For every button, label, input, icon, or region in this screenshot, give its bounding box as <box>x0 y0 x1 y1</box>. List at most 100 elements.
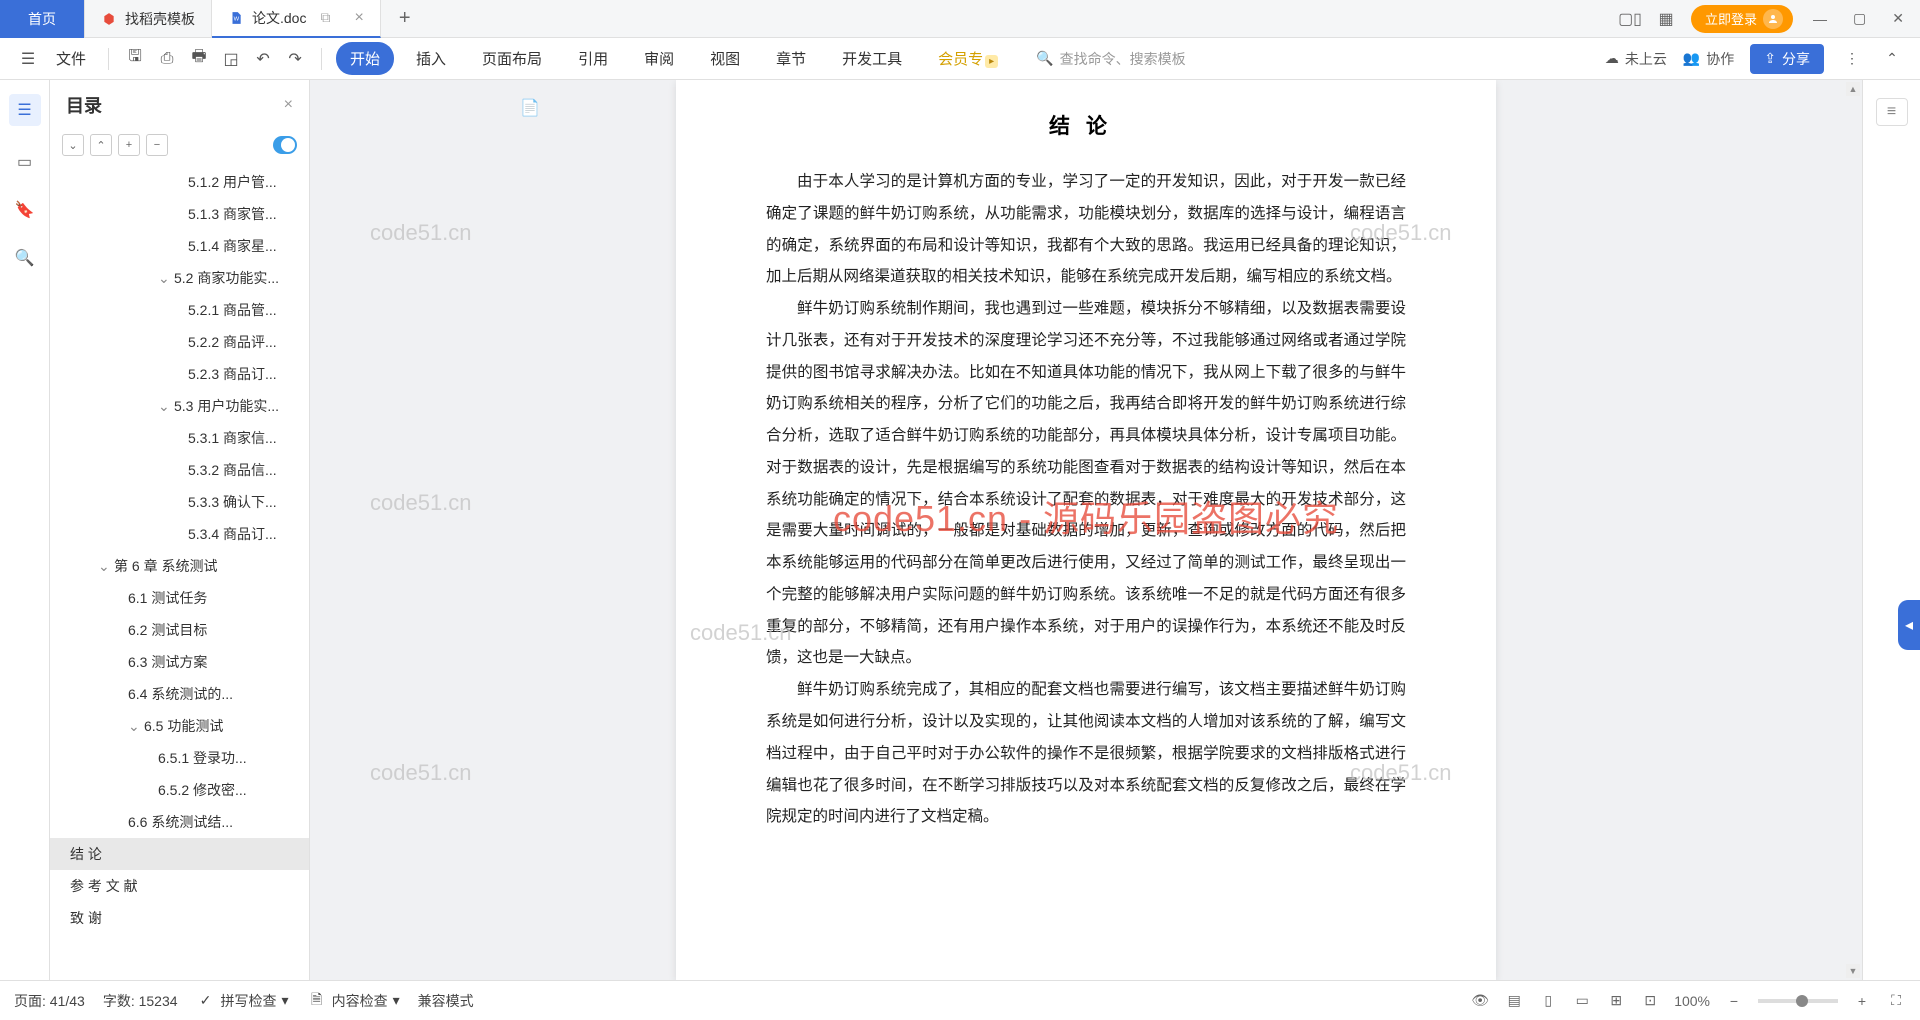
outline-item[interactable]: 5.1.3 商家管... <box>50 198 309 230</box>
document-area[interactable]: 📄 结论 由于本人学习的是计算机方面的专业，学习了一定的开发知识，因此，对于开发… <box>310 80 1862 980</box>
vip-badge: ▸ <box>985 55 998 68</box>
window-maximize[interactable]: ▢ <box>1847 10 1872 27</box>
menu-chapter[interactable]: 章节 <box>762 42 820 75</box>
vertical-scrollbar[interactable]: ▲ ▼ <box>1846 82 1860 978</box>
menu-devtools[interactable]: 开发工具 <box>828 42 916 75</box>
tab-home[interactable]: 首页 <box>0 0 85 38</box>
outline-item[interactable]: 5.2.1 商品管... <box>50 294 309 326</box>
view-read-icon[interactable]: ▤ <box>1504 991 1524 1011</box>
redo-icon[interactable]: ↷ <box>283 47 307 71</box>
outline-icon[interactable]: ☰ <box>9 94 41 126</box>
more-icon[interactable]: ⋮ <box>1840 47 1864 71</box>
outline-item-label: 5.3 用户功能实... <box>174 396 279 416</box>
outline-collapse-all[interactable]: ⌄ <box>62 134 84 156</box>
outline-item[interactable]: ⌄5.3 用户功能实... <box>50 390 309 422</box>
outline-item[interactable]: ⌄6.5 功能测试 <box>50 710 309 742</box>
save-icon[interactable]: 🖫 <box>123 47 147 71</box>
new-tab-button[interactable]: + <box>381 7 429 30</box>
watermark-small: code51.cn <box>370 220 472 246</box>
zoom-value[interactable]: 100% <box>1674 993 1710 1009</box>
outline-close-icon[interactable]: × <box>284 96 293 114</box>
view-page-icon[interactable]: ▯ <box>1538 991 1558 1011</box>
layout-icon[interactable]: ▢▯ <box>1619 8 1641 30</box>
expand-icon[interactable]: ⌃ <box>1880 47 1904 71</box>
outline-tools: ⌄ ⌃ + − <box>50 130 309 166</box>
window-minimize[interactable]: — <box>1807 11 1833 27</box>
scroll-up-icon[interactable]: ▲ <box>1846 82 1860 96</box>
view-eye-icon[interactable]: 👁 <box>1470 991 1490 1011</box>
outline-item[interactable]: 5.1.2 用户管... <box>50 166 309 198</box>
outline-item-label: 5.1.2 用户管... <box>188 172 277 192</box>
menu-insert[interactable]: 插入 <box>402 42 460 75</box>
outline-item[interactable]: 5.3.3 确认下... <box>50 486 309 518</box>
window-close[interactable]: ✕ <box>1886 10 1910 27</box>
outline-item[interactable]: 5.1.4 商家星... <box>50 230 309 262</box>
preview-icon[interactable]: ◲ <box>219 47 243 71</box>
menu-review[interactable]: 审阅 <box>630 42 688 75</box>
view-outline-icon[interactable]: ⊞ <box>1606 991 1626 1011</box>
view-web-icon[interactable]: ▭ <box>1572 991 1592 1011</box>
menu-page-layout[interactable]: 页面布局 <box>468 42 556 75</box>
command-search[interactable]: 🔍 查找命令、搜索模板 <box>1036 49 1185 69</box>
save-as-icon[interactable]: ⎙ <box>155 47 179 71</box>
scroll-down-icon[interactable]: ▼ <box>1846 964 1860 978</box>
outline-item[interactable]: 6.6 系统测试结... <box>50 806 309 838</box>
side-handle[interactable]: ◂ <box>1898 600 1920 650</box>
outline-item[interactable]: 6.5.1 登录功... <box>50 742 309 774</box>
zoom-slider[interactable] <box>1758 999 1838 1003</box>
status-words[interactable]: 字数: 15234 <box>103 991 178 1011</box>
outline-remove[interactable]: − <box>146 134 168 156</box>
rail-settings-icon[interactable]: ≡ <box>1876 98 1908 126</box>
status-page[interactable]: 页面: 41/43 <box>14 991 85 1011</box>
share-button[interactable]: ⇪分享 <box>1750 44 1824 74</box>
bookmark-icon[interactable]: 🔖 <box>13 198 37 222</box>
login-button[interactable]: 立即登录 <box>1691 5 1793 33</box>
tab-document[interactable]: W 论文.doc ⧉ × <box>212 0 381 38</box>
collab-button[interactable]: 👥协作 <box>1683 49 1734 69</box>
outline-header: 目录 × <box>50 80 309 130</box>
annotation-icon[interactable]: ▭ <box>13 150 37 174</box>
right-rail: ≡ <box>1862 80 1920 980</box>
outline-item[interactable]: 5.3.4 商品订... <box>50 518 309 550</box>
menu-start[interactable]: 开始 <box>336 42 394 75</box>
menu-reference[interactable]: 引用 <box>564 42 622 75</box>
file-menu[interactable]: 文件 <box>48 42 94 75</box>
status-content-check[interactable]: 🗎内容检查 ▾ <box>307 991 400 1011</box>
outline-item[interactable]: 结 论 <box>50 838 309 870</box>
outline-item[interactable]: 致 谢 <box>50 902 309 934</box>
outline-item[interactable]: ⌄5.2 商家功能实... <box>50 262 309 294</box>
status-compat[interactable]: 兼容模式 <box>418 991 474 1011</box>
outline-add[interactable]: + <box>118 134 140 156</box>
tab-close-icon[interactable]: × <box>354 9 363 27</box>
outline-item[interactable]: 6.3 测试方案 <box>50 646 309 678</box>
outline-expand-all[interactable]: ⌃ <box>90 134 112 156</box>
print-icon[interactable]: 🖶 <box>187 47 211 71</box>
outline-item[interactable]: ⌄第 6 章 系统测试 <box>50 550 309 582</box>
toolbar-right: ☁未上云 👥协作 ⇪分享 ⋮ ⌃ <box>1605 44 1904 74</box>
tab-detach-icon[interactable]: ⧉ <box>314 7 336 29</box>
menu-view[interactable]: 视图 <box>696 42 754 75</box>
menu-vip[interactable]: 会员专▸ <box>924 42 1012 75</box>
outline-item[interactable]: 6.1 测试任务 <box>50 582 309 614</box>
zoom-fit-icon[interactable]: ⊡ <box>1640 991 1660 1011</box>
outline-item[interactable]: 6.5.2 修改密... <box>50 774 309 806</box>
outline-item[interactable]: 5.2.2 商品评... <box>50 326 309 358</box>
page-margin-icon[interactable]: 📄 <box>520 98 540 118</box>
outline-toggle[interactable] <box>273 136 297 154</box>
find-icon[interactable]: 🔍 <box>13 246 37 270</box>
undo-icon[interactable]: ↶ <box>251 47 275 71</box>
outline-item[interactable]: 5.2.3 商品订... <box>50 358 309 390</box>
outline-item[interactable]: 6.4 系统测试的... <box>50 678 309 710</box>
outline-item[interactable]: 5.3.2 商品信... <box>50 454 309 486</box>
cloud-button[interactable]: ☁未上云 <box>1605 49 1667 69</box>
fullscreen-icon[interactable]: ⛶ <box>1886 991 1906 1011</box>
zoom-in-icon[interactable]: + <box>1852 991 1872 1011</box>
menu-icon[interactable]: ☰ <box>16 47 40 71</box>
apps-icon[interactable]: ▦ <box>1655 8 1677 30</box>
zoom-out-icon[interactable]: − <box>1724 991 1744 1011</box>
outline-item[interactable]: 参 考 文 献 <box>50 870 309 902</box>
status-spellcheck[interactable]: ✓拼写检查 ▾ <box>196 991 289 1011</box>
outline-item[interactable]: 6.2 测试目标 <box>50 614 309 646</box>
outline-item[interactable]: 5.3.1 商家信... <box>50 422 309 454</box>
tab-template[interactable]: 找稻壳模板 <box>85 0 212 38</box>
